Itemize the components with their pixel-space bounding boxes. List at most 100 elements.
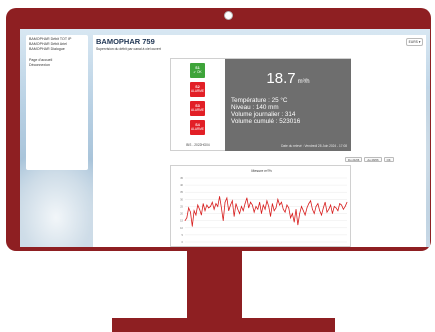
flow-data-point	[202, 203, 204, 204]
y-tick-label: 30	[180, 197, 183, 201]
check-icon: ✔ OK	[193, 69, 202, 74]
flow-series-line	[184, 196, 348, 227]
flow-data-point	[251, 204, 253, 206]
flow-data-point	[261, 213, 262, 214]
flow-data-point	[281, 201, 282, 203]
flow-data-point	[337, 210, 339, 212]
flow-data-point	[297, 224, 299, 226]
daily-volume-reading: Volume journalier : 314	[231, 111, 296, 118]
flow-data-point	[330, 204, 331, 206]
device-id: BIS - 2022HG04	[186, 143, 210, 147]
y-tick-label: 10	[180, 226, 183, 230]
flow-data-point	[253, 211, 255, 213]
y-tick-label: 15	[180, 219, 183, 223]
alarm-indicator-s4: S4 ALARME	[190, 120, 205, 135]
flow-data-point	[199, 208, 200, 210]
y-tick-label: 0	[182, 240, 184, 244]
monitor-illustration: BAMOPHAR Débit TOT IP BAMOPHAR Débit Ari…	[0, 0, 435, 332]
flow-data-point	[341, 204, 342, 206]
flow-data-point	[286, 204, 288, 206]
flow-data-point	[335, 207, 337, 209]
alarm-state: ALARME	[190, 107, 205, 112]
flow-data-point	[264, 208, 266, 210]
flow-data-point	[208, 207, 210, 209]
flow-data-point	[237, 208, 239, 210]
flow-data-point	[222, 220, 224, 222]
date-from-input[interactable]: Du 24/06	[345, 157, 363, 162]
flow-data-point	[279, 204, 281, 206]
flow-data-point	[326, 211, 328, 213]
flow-value: 18.7	[266, 70, 296, 87]
flow-data-point	[206, 204, 208, 206]
flow-data-point	[188, 207, 189, 209]
flow-data-point	[226, 197, 228, 199]
flow-data-point	[262, 204, 264, 206]
alarm-indicator-s1: S1 ✔ OK	[190, 63, 205, 78]
flow-data-point	[346, 201, 348, 203]
flow-data-point	[328, 208, 330, 210]
flow-data-point	[315, 206, 317, 207]
flow-data-point	[288, 207, 290, 209]
flow-data-point	[321, 214, 322, 216]
flow-data-point	[304, 214, 306, 216]
flow-data-point	[302, 210, 304, 212]
flow-data-point	[241, 206, 242, 207]
refresh-button[interactable]: OK	[383, 157, 394, 162]
y-tick-label: 45	[180, 176, 183, 180]
flow-data-point	[282, 208, 284, 210]
flow-data-point	[191, 226, 193, 227]
flow-data-point	[292, 213, 293, 214]
flow-data-point	[197, 204, 199, 206]
flow-data-point	[190, 211, 191, 213]
y-tick-label: 20	[180, 212, 183, 216]
level-reading: Niveau : 140 mm	[231, 104, 279, 111]
flow-data-point	[339, 203, 341, 204]
flow-data-point	[301, 206, 302, 207]
language-select[interactable]: EURS ▾	[406, 38, 423, 46]
alarm-indicator-s2: S2 ALARME	[190, 82, 205, 97]
flow-data-point	[319, 210, 321, 212]
flow-data-point	[299, 213, 301, 214]
flow-data-point	[195, 214, 197, 216]
flow-data-point	[204, 210, 206, 212]
flow-data-point	[317, 203, 319, 204]
flow-data-point	[343, 208, 344, 210]
flow-data-point	[310, 200, 311, 202]
sidebar-item-logout[interactable]: Déconnexion	[29, 63, 85, 68]
date-to-input[interactable]: Au 28/06	[364, 157, 382, 162]
flow-data-point	[217, 206, 219, 207]
flow-data-point	[186, 217, 188, 219]
chart-title: Mesure m³/h	[251, 169, 271, 173]
flow-data-point	[250, 201, 251, 203]
main-panel: BAMOPHAR 759 Supervision du débit par ca…	[93, 35, 426, 247]
flow-data-point	[257, 208, 259, 210]
flow-data-point	[306, 207, 308, 209]
flow-data-point	[322, 207, 324, 209]
y-tick-label: 35	[180, 190, 183, 194]
flow-data-point	[239, 213, 240, 214]
flow-data-point	[295, 208, 297, 210]
flow-data-point	[270, 216, 271, 217]
flow-data-point	[332, 213, 333, 214]
flow-data-point	[231, 200, 233, 202]
flow-data-point	[242, 210, 244, 212]
flow-data-point	[284, 211, 286, 213]
chart-controls: Du 24/06 Au 28/06 OK	[345, 157, 394, 162]
measurement-readout: 18.7 m³/h Température : 25 °C Niveau : 14…	[225, 59, 351, 151]
flow-data-point	[277, 198, 279, 200]
flow-data-point	[215, 203, 217, 204]
last-update-timestamp: Date du relevé : Vendredi 28 Juin 2024 -…	[281, 144, 347, 148]
flow-data-point	[210, 206, 211, 207]
flow-data-point	[201, 214, 202, 216]
monitor-bezel: BAMOPHAR Débit TOT IP BAMOPHAR Débit Ari…	[6, 8, 431, 251]
alarm-state: ALARME	[190, 88, 205, 93]
flow-data-point	[184, 220, 186, 222]
flow-data-point	[211, 201, 213, 203]
chart-canvas: Mesure m³/h 0 5 10 15 20 25 30 35 40 45	[180, 169, 348, 244]
flow-data-point	[272, 203, 273, 204]
flow-data-point	[268, 206, 270, 207]
flow-data-point	[290, 217, 291, 219]
flow-data-point	[193, 210, 195, 212]
flow-data-point	[233, 216, 235, 217]
cumulative-volume-reading: Volume cumulé : 523016	[231, 118, 301, 125]
